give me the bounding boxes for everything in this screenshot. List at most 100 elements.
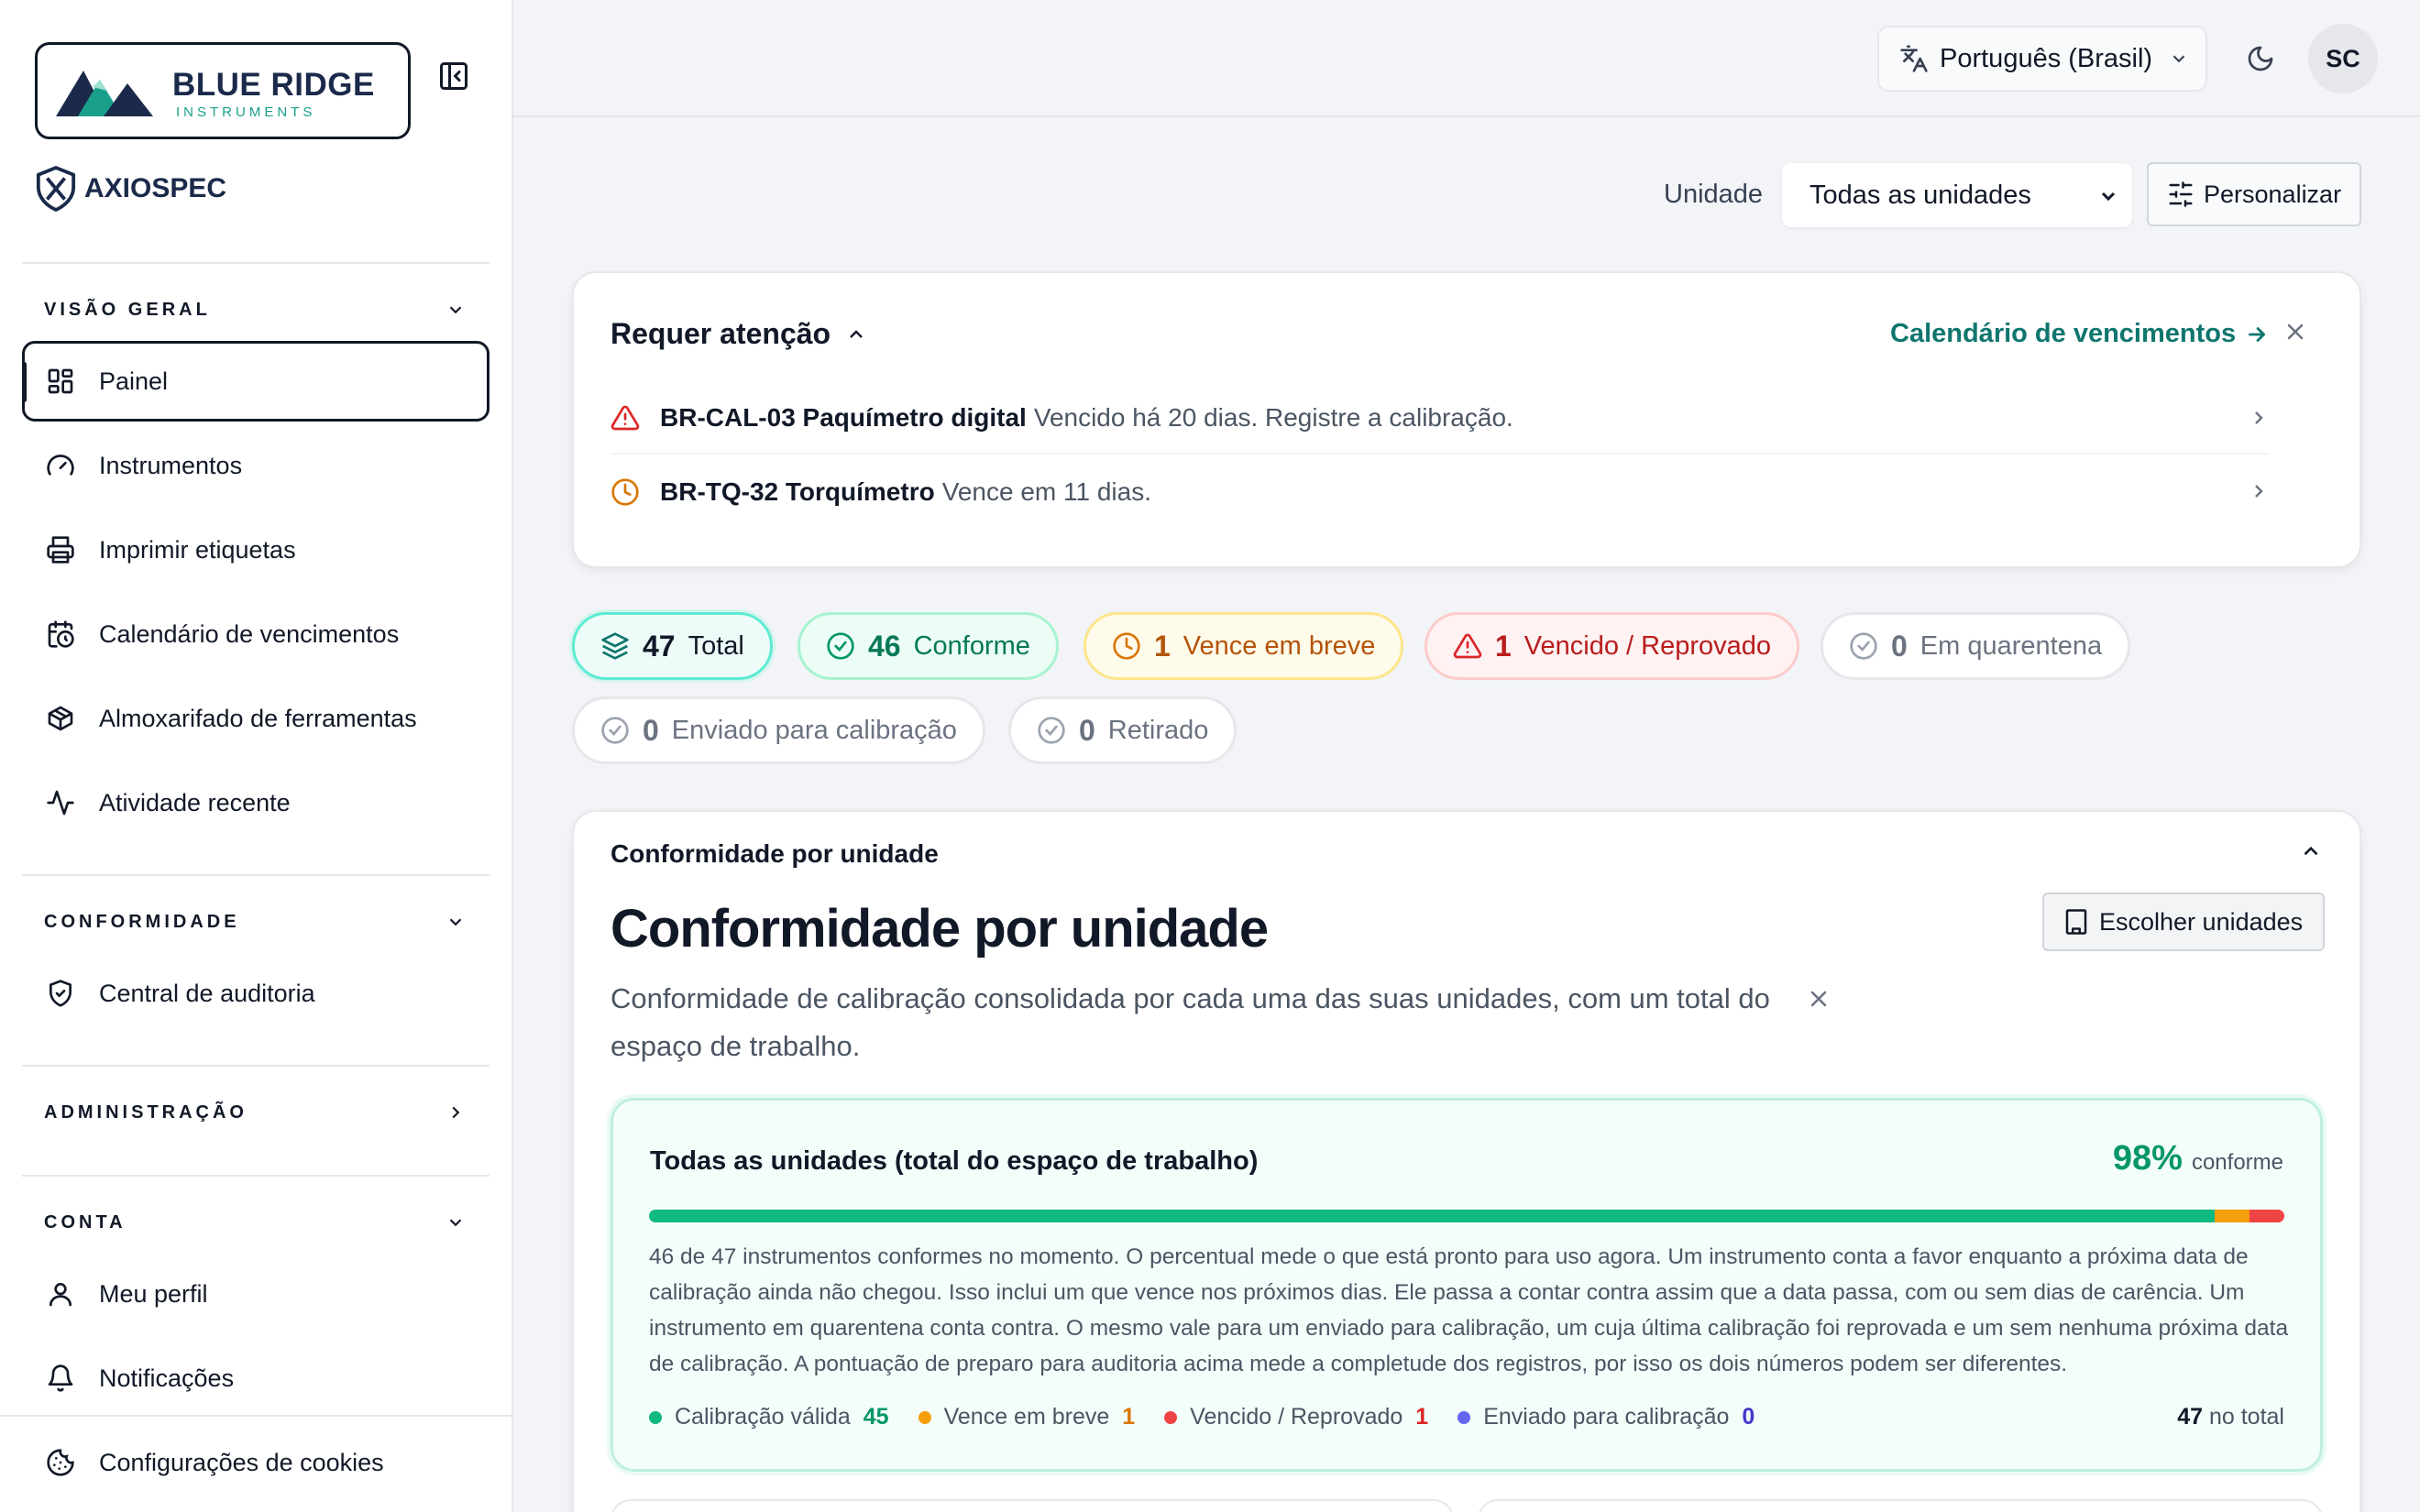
chip-count: 0 xyxy=(1891,629,1908,663)
legend-label: Enviado para calibração xyxy=(1483,1404,1730,1430)
chip-label: Vencido / Reprovado xyxy=(1524,630,1772,661)
status-chip-conforme[interactable]: 46 Conforme xyxy=(798,612,1059,680)
legend-value: 1 xyxy=(1415,1404,1429,1430)
total-value: 47 xyxy=(2177,1404,2204,1430)
sidebar-item-label: Imprimir etiquetas xyxy=(99,535,296,564)
check-circle-icon xyxy=(827,632,854,660)
check-circle-icon xyxy=(1850,632,1877,660)
user-icon xyxy=(44,1277,77,1310)
chevron-up-icon[interactable] xyxy=(2299,839,2323,863)
sidebar-item-label: Calendário de vencimentos xyxy=(99,619,400,648)
check-circle-icon xyxy=(601,717,629,744)
status-chip-total[interactable]: 47 Total xyxy=(572,612,773,680)
chip-label: Enviado para calibração xyxy=(671,715,957,745)
axiospec-shield-icon xyxy=(36,166,76,212)
section-title-conformidade[interactable]: CONFORMIDADE xyxy=(44,912,240,933)
sidebar-item-instrumentos[interactable]: Instrumentos xyxy=(22,425,490,506)
summary-explanation: 46 de 47 instrumentos conformes no momen… xyxy=(649,1244,2289,1376)
sidebar-item-imprimir-etiquetas[interactable]: Imprimir etiquetas xyxy=(22,509,490,590)
sidebar: BLUE RIDGE INSTRUMENTS AXIOSPEC VISÃO GE… xyxy=(0,0,513,1512)
section-description: Conformidade de calibração consolidada p… xyxy=(610,982,1770,1062)
divider xyxy=(22,1175,490,1177)
chevron-down-icon xyxy=(2101,192,2116,202)
close-icon xyxy=(2287,323,2304,340)
sidebar-item-cookies[interactable]: Configurações de cookies xyxy=(22,1422,490,1503)
progress-segment xyxy=(2250,1210,2284,1222)
calendar-link[interactable]: Calendário de vencimentos xyxy=(1890,319,2269,349)
attention-title-text: Requer atenção xyxy=(610,317,831,350)
chevron-right-icon xyxy=(2255,485,2263,498)
theme-toggle-button[interactable] xyxy=(2237,35,2284,82)
sidebar-item-label: Atividade recente xyxy=(99,788,291,816)
attention-item[interactable]: BR-CAL-03 Paquímetro digital Vencido há … xyxy=(610,383,2270,455)
sidebar-item-atividade[interactable]: Atividade recente xyxy=(22,762,490,843)
attention-title[interactable]: Requer atenção xyxy=(610,317,867,351)
chevron-up-icon xyxy=(850,329,863,338)
language-select[interactable]: Português (Brasil) xyxy=(1877,26,2207,92)
sidebar-item-meu-perfil[interactable]: Meu perfil xyxy=(22,1254,490,1334)
section-title-conta[interactable]: CONTA xyxy=(44,1212,126,1233)
layout-grid-icon xyxy=(44,365,77,398)
section-title-visao-geral[interactable]: VISÃO GERAL xyxy=(44,300,211,321)
choose-units-label: Escolher unidades xyxy=(2099,907,2304,936)
choose-units-button[interactable]: Escolher unidades xyxy=(2042,893,2325,951)
legend-dot xyxy=(1458,1410,1471,1424)
sidebar-item-calendario[interactable]: Calendário de vencimentos xyxy=(22,594,490,674)
chip-count: 46 xyxy=(868,629,901,663)
progress-segment xyxy=(649,1210,2216,1222)
unit-card xyxy=(1478,1499,2323,1512)
unit-filter-label: Unidade xyxy=(1664,180,1764,209)
status-chip-vence-em-breve[interactable]: 1 Vence em breve xyxy=(1084,612,1404,680)
legend-label: Calibração válida xyxy=(675,1404,851,1430)
moon-icon xyxy=(2248,46,2273,71)
section-header: Conformidade por unidade xyxy=(610,839,939,868)
sidebar-item-label: Central de auditoria xyxy=(99,979,315,1007)
progress-segment xyxy=(2215,1210,2250,1222)
summary-legend: Calibração válida 45 Vence em breve 1 Vencid… xyxy=(649,1404,1784,1430)
summary-title: Todas as unidades (total do espaço de tr… xyxy=(650,1146,1259,1176)
unit-select-value: Todas as unidades xyxy=(1810,180,2031,210)
clock-icon xyxy=(1113,632,1140,660)
status-chip-vencido[interactable]: 1 Vencido / Reprovado xyxy=(1424,612,1800,680)
check-circle-icon xyxy=(1038,717,1065,744)
chevron-down-icon[interactable] xyxy=(442,1209,469,1236)
chevron-right-icon[interactable] xyxy=(442,1099,469,1126)
sidebar-item-label: Notificações xyxy=(99,1364,235,1392)
brand-logo[interactable]: BLUE RIDGE INSTRUMENTS xyxy=(35,42,411,139)
clock-icon xyxy=(610,477,642,507)
top-bar: Português (Brasil) SC xyxy=(513,0,2420,117)
mountain-logo-icon xyxy=(56,71,153,116)
status-chip-enviado[interactable]: 0 Enviado para calibração xyxy=(572,696,985,764)
product-brand: AXIOSPEC xyxy=(35,165,226,213)
legend-item: Enviado para calibração 0 xyxy=(1458,1404,1754,1430)
chip-count: 0 xyxy=(1079,713,1095,747)
chevron-down-icon[interactable] xyxy=(442,908,469,936)
status-chip-retirado[interactable]: 0 Retirado xyxy=(1008,696,1238,764)
panel-left-close-icon xyxy=(440,62,468,90)
unit-select[interactable]: Todas as unidades xyxy=(1782,163,2132,227)
layers-icon xyxy=(601,632,629,660)
attention-card: Requer atenção Calendário de vencimentos… xyxy=(572,271,2361,568)
sidebar-item-notificacoes[interactable]: Notificações xyxy=(22,1338,490,1419)
legend-label: Vence em breve xyxy=(943,1404,1110,1430)
sidebar-item-painel[interactable]: Painel xyxy=(22,341,490,422)
attention-item[interactable]: BR-TQ-32 Torquímetro Vence em 11 dias. xyxy=(610,456,2270,528)
bell-icon xyxy=(44,1362,77,1395)
percent-label: conforme xyxy=(2191,1150,2283,1175)
close-icon[interactable] xyxy=(1806,986,1832,1012)
section-title-administracao[interactable]: ADMINISTRAÇÃO xyxy=(44,1102,248,1123)
sidebar-item-central-auditoria[interactable]: Central de auditoria xyxy=(22,953,490,1034)
collapse-sidebar-button[interactable] xyxy=(431,53,477,99)
attention-item-message: Vence em 11 dias. xyxy=(941,477,1151,506)
customize-button[interactable]: Personalizar xyxy=(2147,162,2361,226)
chip-label: Total xyxy=(688,630,744,661)
chevron-down-icon[interactable] xyxy=(442,296,469,323)
legend-item: Calibração válida 45 xyxy=(649,1404,889,1430)
divider xyxy=(22,874,490,876)
avatar[interactable]: SC xyxy=(2308,24,2378,93)
sidebar-item-label: Almoxarifado de ferramentas xyxy=(99,704,417,732)
sidebar-item-almoxarifado[interactable]: Almoxarifado de ferramentas xyxy=(22,678,490,759)
status-chip-quarentena[interactable]: 0 Em quarentena xyxy=(1820,612,2131,680)
sidebar-item-label: Painel xyxy=(99,367,169,395)
dismiss-attention-button[interactable] xyxy=(2282,319,2308,345)
